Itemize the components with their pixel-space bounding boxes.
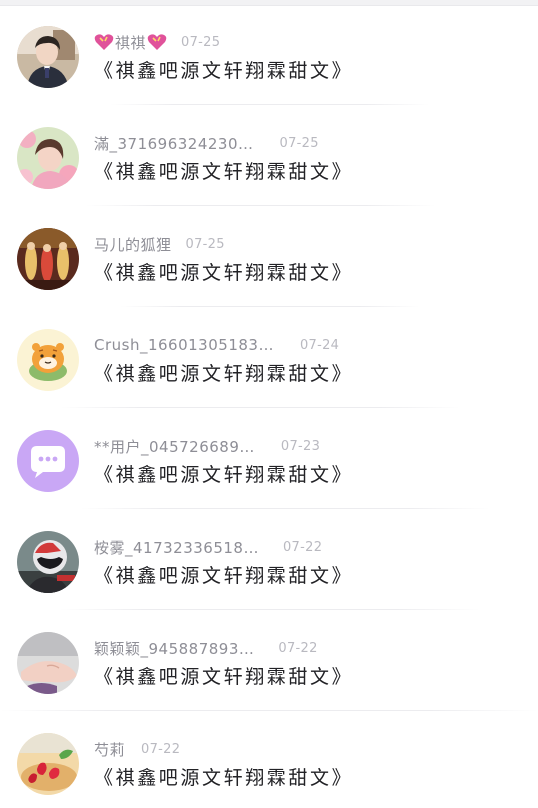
user-name[interactable]: 滿_371696324230… [94,133,254,154]
heart-sticker-icon [94,34,114,50]
avatar[interactable] [17,127,79,189]
name-line: 祺祺 07-25 [94,32,220,52]
comment-text[interactable]: 《祺鑫吧源文轩翔霖甜文》 [94,662,353,689]
comment-text[interactable]: 《祺鑫吧源文轩翔霖甜文》 [94,157,353,184]
avatar[interactable] [17,430,79,492]
user-name[interactable]: 马儿的狐狸 [94,234,172,255]
comment-text[interactable]: 《祺鑫吧源文轩翔霖甜文》 [94,258,353,285]
user-name[interactable]: **用户_045726689… [94,436,255,457]
comment-date: 07-24 [299,337,340,353]
comment-item[interactable]: Crush_16601305183… 07-24 《祺鑫吧源文轩翔霖甜文》 [0,303,538,408]
comment-text[interactable]: 《祺鑫吧源文轩翔霖甜文》 [94,460,353,487]
comment-item[interactable]: 芍莉 07-22 《祺鑫吧源文轩翔霖甜文》 [0,707,538,808]
comment-text[interactable]: 《祺鑫吧源文轩翔霖甜文》 [94,561,353,588]
comment-item[interactable]: **用户_045726689… 07-23 《祺鑫吧源文轩翔霖甜文》 [0,404,538,509]
comment-item[interactable]: 马儿的狐狸 07-25 《祺鑫吧源文轩翔霖甜文》 [0,202,538,307]
comment-text[interactable]: 《祺鑫吧源文轩翔霖甜文》 [94,763,353,790]
comment-date: 07-25 [181,34,221,50]
comment-item[interactable]: 桉雾_41732336518… 07-22 《祺鑫吧源文轩翔霖甜文》 [0,505,538,610]
comment-item[interactable]: 颖颖颖_945887893… 07-22 《祺鑫吧源文轩翔霖甜文》 [0,606,538,711]
comment-item[interactable]: 祺祺 07-25 《祺鑫吧源文轩翔霖甜文》 [0,0,538,105]
avatar[interactable] [17,329,79,391]
comment-date: 07-25 [185,236,225,252]
avatar[interactable] [17,26,79,88]
name-line: Crush_16601305183… 07-24 [94,335,339,355]
chat-bubble-icon [17,430,79,492]
heart-sticker-icon [147,34,167,50]
comment-date: 07-22 [141,741,181,757]
comment-text[interactable]: 《祺鑫吧源文轩翔霖甜文》 [94,56,353,83]
user-name[interactable]: 桉雾_41732336518… [94,537,259,558]
comment-text[interactable]: 《祺鑫吧源文轩翔霖甜文》 [94,359,353,386]
avatar[interactable] [17,228,79,290]
user-name[interactable]: 祺祺 [115,32,146,53]
user-name[interactable]: 芍莉 [94,739,125,760]
name-line: 芍莉 07-22 [94,739,180,759]
comment-item[interactable]: 滿_371696324230… 07-25 《祺鑫吧源文轩翔霖甜文》 [0,101,538,206]
avatar[interactable] [17,733,79,795]
user-name[interactable]: 颖颖颖_945887893… [94,638,254,659]
name-line: 马儿的狐狸 07-25 [94,234,225,254]
name-line: 颖颖颖_945887893… 07-22 [94,638,318,658]
avatar[interactable] [17,531,79,593]
name-line: 桉雾_41732336518… 07-22 [94,537,322,557]
name-line: 滿_371696324230… 07-25 [94,133,319,153]
comment-date: 07-22 [282,539,323,555]
user-name[interactable]: Crush_16601305183… [94,336,274,354]
comment-date: 07-22 [278,640,318,656]
avatar[interactable] [17,632,79,694]
name-line: **用户_045726689… 07-23 [94,436,320,456]
comment-date: 07-25 [279,135,319,151]
comment-date: 07-23 [280,438,321,454]
